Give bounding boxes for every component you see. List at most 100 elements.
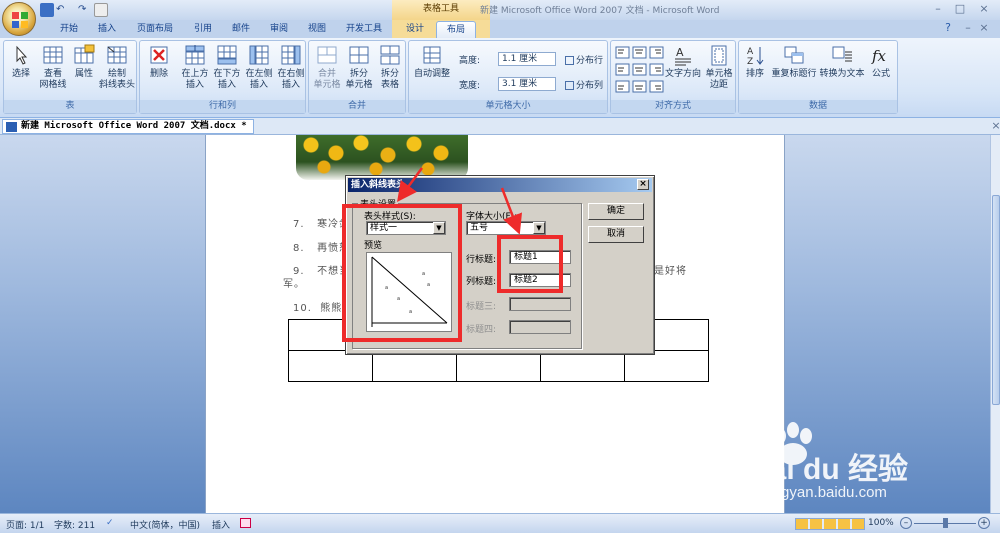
save-icon[interactable] <box>40 3 54 17</box>
properties-label: 属性 <box>74 69 93 79</box>
ok-button[interactable]: 确定 <box>588 203 644 220</box>
group-data: AZ 排序 重复标题行 转换为文本 fx 公式 数据 <box>738 40 898 114</box>
list-text-tail: 是好将 <box>654 266 687 277</box>
title3-label: 标题三: <box>466 302 497 312</box>
title4-label: 标题四: <box>466 325 497 335</box>
insert-left-button[interactable]: 在左侧 插入 <box>244 44 274 91</box>
proofing-icon[interactable]: ✓ <box>106 518 114 528</box>
insert-above-button[interactable]: 在上方 插入 <box>180 44 210 91</box>
vertical-scrollbar[interactable] <box>990 135 1000 513</box>
tab-insert[interactable]: 插入 <box>90 21 124 38</box>
view-gridlines-label: 查看 网格线 <box>39 69 67 90</box>
tab-design[interactable]: 设计 <box>398 21 432 38</box>
properties-button[interactable]: 属性 <box>70 44 98 80</box>
minimize-button[interactable]: – <box>930 3 946 15</box>
gridlines-icon <box>43 46 63 64</box>
help-icon[interactable]: ? <box>940 22 956 34</box>
tab-home[interactable]: 开始 <box>52 21 86 38</box>
document-tab-label: 新建 Microsoft Office Word 2007 文档.docx * <box>21 121 247 131</box>
tab-developer[interactable]: 开发工具 <box>338 21 390 38</box>
language-indicator[interactable]: 中文(简体，中国) <box>130 518 200 531</box>
tab-review[interactable]: 审阅 <box>262 21 296 38</box>
merge-cells-icon <box>317 46 337 64</box>
view-mode-buttons[interactable] <box>795 518 865 530</box>
insert-mode[interactable]: 插入 <box>212 518 230 531</box>
zoom-slider-thumb[interactable] <box>943 518 948 528</box>
formula-button[interactable]: fx 公式 <box>867 44 895 80</box>
group-rows-cols-title: 行和列 <box>140 100 305 113</box>
table-tools-label: 表格工具 <box>392 0 490 20</box>
zoom-in-icon[interactable]: + <box>978 517 990 529</box>
group-cell-size: 自动调整 高度: 1.1 厘米 宽度: 3.1 厘米 分布行 分布列 单元格大小 <box>408 40 608 114</box>
scroll-thumb[interactable] <box>992 195 1000 405</box>
zoom-out-icon[interactable]: – <box>900 517 912 529</box>
print-preview-icon[interactable] <box>94 3 108 17</box>
view-gridlines-button[interactable]: 查看 网格线 <box>36 44 70 91</box>
group-data-title: 数据 <box>739 100 897 113</box>
draw-diagonal-header-button[interactable]: 绘制 斜线表头 <box>98 44 136 91</box>
cell-margins-icon <box>711 45 727 66</box>
split-cells-button[interactable]: 拆分 单元格 <box>344 44 374 91</box>
insert-right-icon <box>281 45 301 65</box>
word-doc-icon <box>6 122 17 132</box>
select-button[interactable]: 选择 <box>6 44 36 80</box>
cell-margins-button[interactable]: 单元格 边距 <box>703 44 735 91</box>
insert-left-label: 在左侧 插入 <box>245 69 273 90</box>
tab-mailings[interactable]: 邮件 <box>224 21 258 38</box>
insert-right-button[interactable]: 在右侧 插入 <box>276 44 306 91</box>
word-count[interactable]: 字数: 211 <box>54 518 95 531</box>
insert-left-icon <box>249 45 269 65</box>
distribute-rows-label: 分布行 <box>576 56 604 66</box>
cancel-button[interactable]: 取消 <box>588 226 644 243</box>
tab-page-layout[interactable]: 页面布局 <box>128 21 182 38</box>
table-cell[interactable] <box>456 350 541 382</box>
width-input[interactable]: 3.1 厘米 <box>498 77 556 91</box>
insert-below-label: 在下方 插入 <box>213 69 241 90</box>
convert-to-text-button[interactable]: 转换为文本 <box>819 44 865 80</box>
cursor-icon <box>16 45 28 65</box>
tab-view[interactable]: 视图 <box>300 21 334 38</box>
height-input[interactable]: 1.1 厘米 <box>498 52 556 66</box>
split-cells-label: 拆分 单元格 <box>345 69 373 90</box>
text-direction-button[interactable]: A 文字方向 <box>665 44 701 80</box>
delete-button[interactable]: 删除 <box>144 44 174 80</box>
page-count[interactable]: 页面: 1/1 <box>6 518 44 531</box>
table-cell[interactable] <box>372 350 457 382</box>
dialog-close-button[interactable]: × <box>637 179 649 190</box>
sort-button[interactable]: AZ 排序 <box>741 44 769 80</box>
repeat-header-icon <box>784 46 804 64</box>
office-button[interactable] <box>2 2 36 36</box>
repeat-header-button[interactable]: 重复标题行 <box>771 44 817 80</box>
autofit-button[interactable]: 自动调整 <box>411 44 453 80</box>
convert-to-text-icon <box>832 46 852 62</box>
merge-cells-button[interactable]: 合并 单元格 <box>312 44 342 91</box>
distribute-cols-label: 分布列 <box>576 81 604 91</box>
table-cell[interactable] <box>624 350 709 382</box>
tab-references[interactable]: 引用 <box>186 21 220 38</box>
tab-layout[interactable]: 布局 <box>436 21 476 38</box>
group-table-title: 表 <box>4 100 136 113</box>
document-tab[interactable]: 新建 Microsoft Office Word 2007 文档.docx * <box>2 119 254 134</box>
close-window-button[interactable]: × <box>976 3 992 15</box>
maximize-button[interactable]: □ <box>952 3 968 15</box>
distribute-cols-button[interactable]: 分布列 <box>565 78 603 91</box>
split-table-icon <box>380 45 400 65</box>
split-table-button[interactable]: 拆分 表格 <box>375 44 405 91</box>
distribute-rows-button[interactable]: 分布行 <box>565 53 603 66</box>
doc-close-button[interactable]: × <box>976 22 992 34</box>
macro-record-icon[interactable] <box>240 518 251 528</box>
redo-icon[interactable]: ↷ <box>78 3 92 17</box>
text-direction-label: 文字方向 <box>665 69 702 79</box>
alignment-grid-icon[interactable] <box>615 46 665 96</box>
document-tab-close[interactable]: × <box>988 120 1000 132</box>
undo-icon[interactable]: ↶ <box>56 3 70 17</box>
sort-icon: AZ <box>747 47 764 66</box>
insert-below-button[interactable]: 在下方 插入 <box>212 44 242 91</box>
convert-to-text-label: 转换为文本 <box>819 69 865 79</box>
table-cell[interactable] <box>288 350 373 382</box>
merge-cells-label: 合并 单元格 <box>313 69 341 90</box>
zoom-level[interactable]: 100% <box>868 518 894 528</box>
table-cell[interactable] <box>540 350 625 382</box>
doc-minimize-button[interactable]: – <box>960 22 976 34</box>
group-merge: 合并 单元格 拆分 单元格 拆分 表格 合并 <box>308 40 406 114</box>
